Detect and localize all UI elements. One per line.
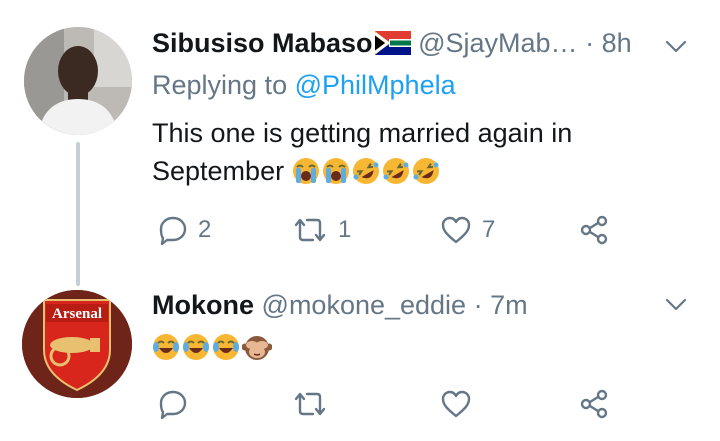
like-button[interactable]: 7 — [440, 210, 495, 250]
tweet-sibusiso[interactable]: Sibusiso Mabaso @SjayMab… · 8h Replying … — [0, 0, 720, 290]
loudly-crying-face-emoji — [292, 157, 320, 195]
reply-icon — [159, 216, 187, 245]
tweet-actions — [152, 384, 632, 424]
avatar-logo-text: Arsenal — [52, 306, 102, 322]
tweet-actions: 2 1 7 — [152, 210, 632, 250]
reply-icon — [159, 390, 187, 419]
retweet-button[interactable] — [292, 384, 328, 424]
thread-line — [76, 142, 80, 286]
loudly-crying-face-emoji — [322, 157, 350, 195]
tweet-header: Sibusiso Mabaso @SjayMab… · 8h — [152, 28, 632, 62]
tweet-header: Mokone @mokone_eddie · 7m — [152, 290, 528, 321]
separator-dot: · — [585, 28, 595, 58]
rolling-on-floor-laughing-emoji — [382, 157, 410, 195]
like-count: 7 — [482, 216, 496, 243]
tweet-text: This one is getting married again in Sep… — [152, 114, 672, 195]
replying-label: Replying to — [152, 70, 288, 100]
avatar[interactable]: Arsenal — [22, 290, 132, 398]
avatar[interactable] — [24, 27, 132, 135]
timestamp[interactable]: 7m — [490, 290, 528, 320]
mention-link[interactable]: @PhilMphela — [295, 70, 456, 100]
rolling-on-floor-laughing-emoji — [352, 157, 380, 195]
tweet-mokone[interactable]: Arsenal Mokone @mokone_eddie · 7m — [0, 290, 720, 441]
south-africa-flag-icon — [373, 31, 411, 62]
display-name[interactable]: Mokone — [152, 290, 254, 320]
reply-count: 2 — [198, 216, 212, 243]
heart-icon — [441, 390, 471, 418]
share-icon — [580, 215, 608, 245]
share-button[interactable] — [580, 210, 610, 250]
display-name[interactable]: Sibusiso Mabaso — [152, 28, 373, 58]
reply-button[interactable] — [158, 384, 188, 424]
share-icon — [580, 389, 608, 419]
share-button[interactable] — [580, 384, 610, 424]
tweet-text-line: This one is getting married again in — [152, 118, 573, 148]
like-button[interactable] — [440, 384, 472, 424]
retweet-count: 1 — [338, 216, 352, 243]
timestamp[interactable]: 8h — [602, 28, 632, 58]
face-with-tears-of-joy-emoji — [152, 333, 180, 371]
retweet-icon — [294, 392, 326, 416]
rolling-on-floor-laughing-emoji — [412, 157, 440, 195]
handle[interactable]: @mokone_eddie — [262, 290, 467, 320]
see-no-evil-monkey-emoji — [241, 333, 273, 371]
retweet-button[interactable]: 1 — [292, 210, 351, 250]
handle[interactable]: @SjayMab… — [418, 28, 577, 58]
tweet-text — [152, 328, 452, 371]
face-with-tears-of-joy-emoji — [212, 333, 240, 371]
tweet-text-line: September — [152, 152, 672, 195]
separator-dot: · — [473, 290, 483, 320]
reply-button[interactable]: 2 — [158, 210, 211, 250]
chevron-down-icon[interactable] — [664, 292, 688, 316]
tweet-text-word: September — [152, 156, 285, 186]
chevron-down-icon[interactable] — [664, 34, 688, 58]
user-photo — [24, 27, 132, 135]
replying-to: Replying to @PhilMphela — [152, 70, 456, 101]
heart-icon — [441, 216, 471, 244]
arsenal-logo-photo: Arsenal — [22, 290, 132, 398]
retweet-icon — [294, 218, 326, 242]
face-with-tears-of-joy-emoji — [182, 333, 210, 371]
